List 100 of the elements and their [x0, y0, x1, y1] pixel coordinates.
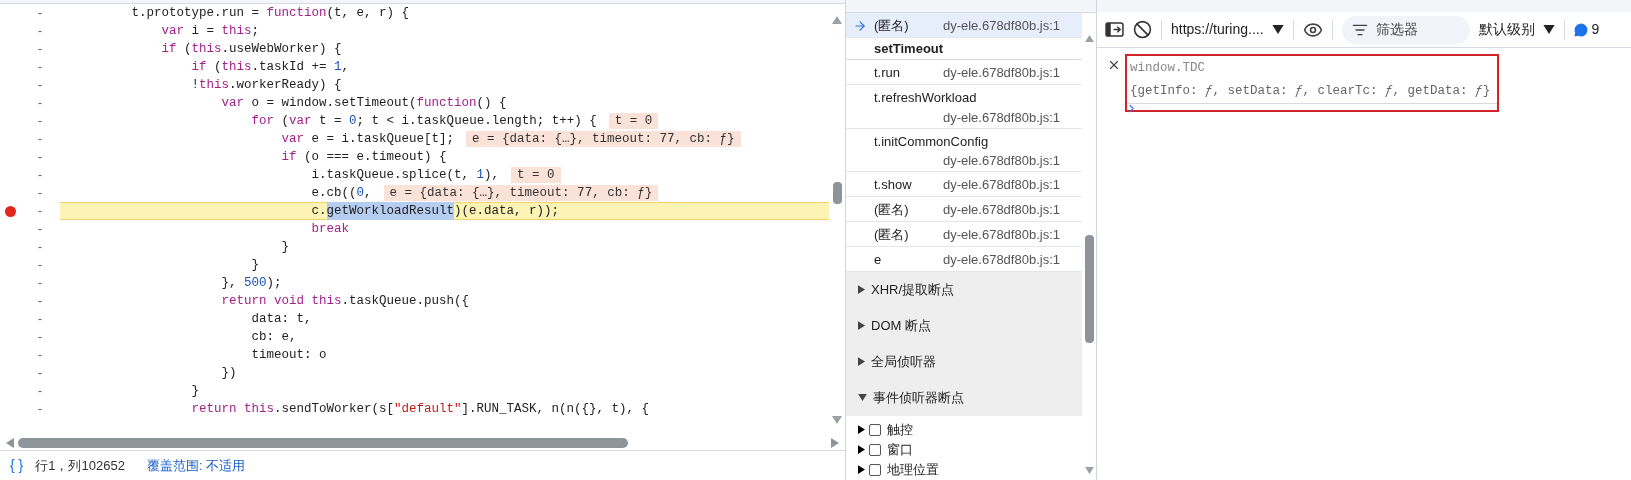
- code-keyword: this: [221, 58, 252, 76]
- coverage-link[interactable]: 覆盖范围: 不适用: [146, 455, 246, 476]
- inline-value: t = 0: [511, 167, 561, 183]
- pretty-print-button[interactable]: { }: [10, 455, 24, 476]
- clear-console-icon[interactable]: [1133, 20, 1152, 39]
- sidebar-toggle-icon[interactable]: [1105, 22, 1124, 37]
- code-text: c.: [310, 202, 327, 220]
- code-text: (t, e, r) {: [326, 4, 410, 22]
- code-text: },: [220, 274, 238, 292]
- frame-location: dy-ele.678df80b.js:1: [942, 200, 1060, 219]
- scrollbar-thumb[interactable]: [1084, 235, 1094, 343]
- line-marker: -: [37, 275, 43, 292]
- line-marker: -: [37, 95, 43, 112]
- listener-label: 窗口: [887, 441, 913, 460]
- frame-name: t.refreshWorkload: [874, 89, 977, 108]
- frame-name: t.show: [874, 175, 913, 194]
- code-text: (: [280, 112, 290, 130]
- frame-name: e: [874, 250, 883, 269]
- code-text: .useWebWorker) {: [221, 40, 342, 58]
- filter-field[interactable]: 筛选器: [1375, 19, 1452, 40]
- code-keyword: for: [250, 112, 275, 130]
- section-header[interactable]: XHR/提取断点: [846, 271, 1082, 308]
- caret-icon: [1542, 25, 1555, 34]
- code-text: ,: [341, 58, 350, 76]
- expand-caret-icon[interactable]: [858, 465, 865, 475]
- inline-value: e = {data: {…}, timeout: 77, cb: ƒ}: [466, 131, 741, 147]
- horizontal-scrollbar-thumb[interactable]: [18, 438, 628, 448]
- inline-value: t = 0: [608, 113, 659, 129]
- line-marker: -: [37, 5, 43, 22]
- code-keyword: if: [190, 58, 207, 76]
- listener-label: 地理位置: [887, 461, 939, 480]
- line-marker: -: [37, 383, 43, 400]
- close-icon[interactable]: [1107, 58, 1121, 72]
- issues-button[interactable]: 9: [1573, 19, 1600, 40]
- section-header[interactable]: 全局侦听器: [846, 343, 1082, 380]
- code-text: }: [250, 256, 260, 274]
- code-text: t =: [318, 112, 343, 130]
- code-keyword: return this: [190, 400, 275, 418]
- frame-location: dy-ele.678df80b.js:1: [942, 17, 1060, 35]
- line-marker: -: [37, 149, 43, 166]
- code-keyword: function: [266, 4, 327, 22]
- line-marker: -: [37, 221, 43, 238]
- line-marker: -: [37, 401, 43, 418]
- code-keyword: return void this: [220, 292, 342, 310]
- code-text: i.taskQueue.splice(t,: [310, 166, 471, 184]
- code-text: data: t,: [250, 310, 312, 328]
- inline-value: e = {data: {…}, timeout: 77, cb: ƒ}: [383, 185, 659, 201]
- console-result[interactable]: {getInfo: ƒ, setData: ƒ, clearTc: ƒ, getData: ƒ}: [1130, 82, 1491, 101]
- code-text: (o === e.timeout) {: [303, 148, 447, 166]
- code-keyword: this: [199, 76, 230, 94]
- expand-caret-icon: [858, 321, 865, 331]
- code-text: !: [190, 76, 200, 94]
- line-marker: -: [37, 311, 43, 328]
- code-keyword: break: [310, 220, 350, 238]
- code-text: ].RUN_TASK, n(n({}, t), {: [461, 400, 650, 418]
- checkbox[interactable]: [869, 443, 881, 456]
- checkbox[interactable]: [869, 423, 881, 436]
- frame-name: t.run: [874, 64, 901, 83]
- code-text: }: [280, 238, 290, 256]
- code-text: .taskId +=: [251, 58, 328, 76]
- line-marker: -: [37, 131, 43, 148]
- context-dropdown[interactable]: https://turing....: [1171, 19, 1284, 40]
- code-text: cb: e,: [250, 328, 297, 346]
- code-text: 1: [476, 166, 485, 184]
- code-text: e = i.taskQueue[t];: [310, 130, 455, 148]
- listener-label: 触控: [887, 421, 913, 440]
- line-marker: -: [37, 347, 43, 364]
- line-marker: -: [37, 203, 43, 220]
- breakpoint-marker[interactable]: [4, 205, 16, 217]
- async-frame-label: setTimeout: [874, 39, 944, 58]
- code-text: ; t < i.taskQueue.length; t++) {: [356, 112, 597, 130]
- code-text: .workerReady) {: [229, 76, 342, 94]
- section-header[interactable]: DOM 断点: [846, 307, 1082, 344]
- line-marker: -: [37, 23, 43, 40]
- code-text: i =: [190, 22, 216, 40]
- collapse-caret-icon: [858, 394, 867, 402]
- code-keyword: this: [221, 22, 252, 40]
- scroll-left-icon: [6, 438, 14, 448]
- scrollbar-thumb[interactable]: [832, 182, 842, 204]
- code-keyword: this: [191, 40, 222, 58]
- frame-name: (匿名): [874, 17, 910, 35]
- scroll-up-icon: [1084, 35, 1094, 42]
- frame-location: dy-ele.678df80b.js:1: [942, 175, 1060, 194]
- scroll-right-icon: [831, 438, 839, 448]
- log-level-dropdown[interactable]: 默认级别: [1478, 19, 1555, 40]
- code-text: .taskQueue.push({: [341, 292, 470, 310]
- code-text: }: [190, 382, 200, 400]
- expand-caret-icon[interactable]: [858, 425, 865, 435]
- frame-name: (匿名): [874, 200, 910, 219]
- section-header[interactable]: 事件侦听器断点: [846, 379, 1082, 416]
- code-text: }): [220, 364, 237, 382]
- filter-box[interactable]: 筛选器: [1341, 15, 1470, 44]
- code-text: () {: [476, 94, 507, 112]
- expand-caret-icon[interactable]: [858, 445, 865, 455]
- line-marker: -: [37, 77, 43, 94]
- call-frame[interactable]: (匿名) dy-ele.678df80b.js:1: [846, 13, 1082, 39]
- scroll-down-icon: [1084, 467, 1094, 474]
- code-text: ),: [484, 166, 500, 184]
- checkbox[interactable]: [869, 463, 881, 476]
- code-keyword: function: [416, 94, 477, 112]
